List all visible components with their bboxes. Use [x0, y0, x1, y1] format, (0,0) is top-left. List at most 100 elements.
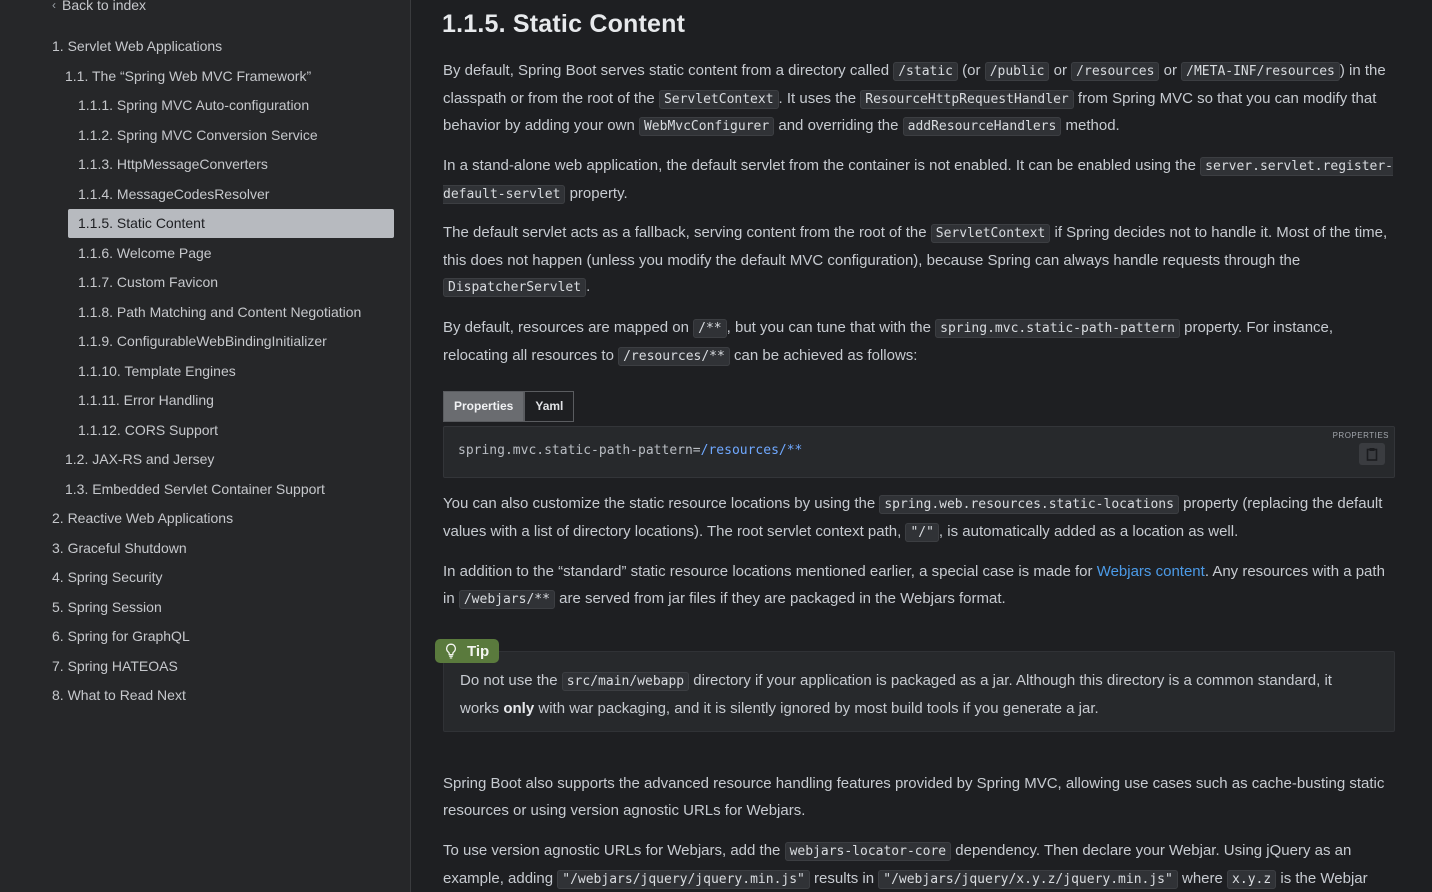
- code-jquery-path: "/webjars/jquery/jquery.min.js": [557, 869, 810, 889]
- text: property.: [565, 184, 628, 202]
- toc-item-jax-rs-jersey[interactable]: 1.2. JAX-RS and Jersey: [65, 447, 214, 471]
- tip-badge: Tip: [435, 639, 500, 663]
- toc-item-web-binding-initializer[interactable]: 1.1.9. ConfigurableWebBindingInitializer: [78, 329, 327, 353]
- paragraph-webjars: In addition to the “standard” static res…: [443, 559, 1398, 613]
- code-resources-wildcard: /resources/**: [618, 346, 730, 366]
- toc-item-reactive-web-applications[interactable]: 2. Reactive Web Applications: [52, 506, 233, 530]
- text: You can also customize the static resour…: [443, 495, 880, 512]
- code-static-path-pattern: spring.mvc.static-path-pattern: [935, 319, 1180, 338]
- code-servletcontext: ServletContext: [930, 224, 1051, 243]
- text: Do not use the: [460, 672, 562, 689]
- code-jquery-versioned-path: "/webjars/jquery/x.y.z/jquery.min.js": [878, 869, 1178, 889]
- toc-item-welcome-page[interactable]: 1.1.6. Welcome Page: [78, 241, 212, 265]
- code-webjars-wildcard: /webjars/**: [458, 589, 555, 609]
- code-static-locations: spring.web.resources.static-locations: [879, 495, 1179, 514]
- code-public: /public: [984, 62, 1050, 81]
- webjars-content-link[interactable]: Webjars content: [1097, 563, 1205, 580]
- text: By default, resources are mapped on: [443, 319, 694, 336]
- text: where: [1177, 869, 1228, 887]
- code-resourcehttprequesthandler: ResourceHttpRequestHandler: [860, 89, 1074, 109]
- toc-item-static-content-active[interactable]: 1.1.5. Static Content: [68, 209, 394, 238]
- sidebar: ‹ Back to index 1. Servlet Web Applicati…: [0, 0, 411, 892]
- code-webmvcconfigurer: WebMvcConfigurer: [638, 117, 775, 136]
- text: (or: [958, 62, 985, 79]
- toc-item-auto-configuration[interactable]: 1.1.1. Spring MVC Auto-configuration: [78, 93, 309, 117]
- toc-item-message-codes-resolver[interactable]: 1.1.4. MessageCodesResolver: [78, 182, 269, 206]
- tip-label: Tip: [467, 642, 490, 660]
- section-heading: 1.1.5. Static Content: [442, 10, 686, 38]
- tip-text: Do not use the src/main/webapp directory…: [460, 668, 1370, 722]
- toc-item-what-to-read-next[interactable]: 8. What to Read Next: [52, 683, 186, 707]
- text: or: [1049, 62, 1072, 79]
- text: . It uses the: [778, 89, 861, 107]
- text: is the Webjar: [1276, 869, 1368, 887]
- code-language-label: PROPERTIES: [1332, 431, 1389, 440]
- toc-item-cors-support[interactable]: 1.1.12. CORS Support: [78, 418, 218, 442]
- text: with war packaging, and it is silently i…: [534, 699, 1099, 717]
- code-static: /static: [893, 62, 959, 81]
- text: are served from jar files if they are pa…: [554, 589, 1006, 607]
- code-root-path: "/": [905, 522, 939, 542]
- lightbulb-icon: [446, 643, 456, 659]
- toc-item-error-handling[interactable]: 1.1.11. Error Handling: [78, 388, 214, 412]
- chevron-left-icon: ‹: [52, 0, 56, 12]
- main-content: 1.1.5. Static Content By default, Spring…: [411, 0, 1432, 892]
- paragraph-advanced-resource-handling: Spring Boot also supports the advanced r…: [443, 771, 1398, 824]
- toc-item-path-matching[interactable]: 1.1.8. Path Matching and Content Negotia…: [78, 300, 361, 324]
- code-src-main-webapp: src/main/webapp: [561, 672, 690, 691]
- text: By default, Spring Boot serves static co…: [443, 62, 894, 79]
- paragraph-default-servlet: In a stand-alone web application, the de…: [443, 153, 1398, 208]
- toc-item-embedded-servlet-container[interactable]: 1.3. Embedded Servlet Container Support: [65, 477, 325, 501]
- clipboard-icon: [1366, 448, 1378, 461]
- code-line: spring.mvc.static-path-pattern=/resource…: [458, 443, 802, 458]
- code-meta-inf-resources: /META-INF/resources: [1181, 62, 1340, 81]
- back-to-index-label: Back to index: [62, 0, 147, 13]
- copy-button[interactable]: [1359, 443, 1385, 465]
- code-addresourcehandlers: addResourceHandlers: [902, 117, 1062, 136]
- toc-item-servlet-web-applications[interactable]: 1. Servlet Web Applications: [52, 34, 222, 58]
- code-servletcontext: ServletContext: [658, 89, 779, 109]
- paragraph-fallback: The default servlet acts as a fallback, …: [443, 220, 1398, 302]
- code-dispatcherservlet: DispatcherServlet: [443, 278, 587, 297]
- emphasis-only: only: [503, 699, 535, 717]
- code-wildcard: /**: [693, 319, 727, 338]
- toc-item-spring-graphql[interactable]: 6. Spring for GraphQL: [52, 624, 190, 648]
- toc-item-graceful-shutdown[interactable]: 3. Graceful Shutdown: [52, 536, 187, 560]
- paragraph-path-pattern: By default, resources are mapped on /**,…: [443, 315, 1398, 370]
- text: In addition to the “standard” static res…: [443, 563, 1097, 580]
- back-to-index-link[interactable]: ‹ Back to index: [52, 0, 146, 13]
- text: method.: [1061, 117, 1120, 134]
- code-resources: /resources: [1071, 62, 1160, 81]
- text: Spring Boot also supports the advanced r…: [443, 775, 1385, 819]
- text: To use version agnostic URLs for Webjars…: [443, 842, 785, 859]
- code-block: spring.mvc.static-path-pattern=/resource…: [443, 426, 1395, 478]
- toc-item-spring-hateoas[interactable]: 7. Spring HATEOAS: [52, 654, 178, 678]
- tip-box: Do not use the src/main/webapp directory…: [443, 651, 1395, 732]
- code-version: x.y.z: [1227, 869, 1277, 889]
- tab-yaml[interactable]: Yaml: [524, 391, 575, 422]
- text: results in: [809, 869, 879, 887]
- text: can be achieved as follows:: [729, 346, 918, 364]
- text: , is automatically added as a location a…: [938, 522, 1239, 540]
- code-key: spring.mvc.static-path-pattern=: [458, 443, 701, 458]
- paragraph-static-locations: You can also customize the static resour…: [443, 491, 1398, 546]
- toc-item-custom-favicon[interactable]: 1.1.7. Custom Favicon: [78, 270, 218, 294]
- paragraph-static-dirs: By default, Spring Boot serves static co…: [443, 58, 1398, 141]
- paragraph-version-agnostic: To use version agnostic URLs for Webjars…: [443, 838, 1398, 892]
- toc-item-conversion-service[interactable]: 1.1.2. Spring MVC Conversion Service: [78, 123, 318, 147]
- toc-item-http-message-converters[interactable]: 1.1.3. HttpMessageConverters: [78, 152, 268, 176]
- toc-item-spring-session[interactable]: 5. Spring Session: [52, 595, 162, 619]
- text: , but you can tune that with the: [726, 319, 936, 336]
- tab-properties[interactable]: Properties: [443, 391, 525, 422]
- code-tabs: Properties Yaml: [443, 391, 575, 422]
- toc-item-spring-security[interactable]: 4. Spring Security: [52, 565, 163, 589]
- text: In a stand-alone web application, the de…: [443, 157, 1201, 174]
- toc-item-template-engines[interactable]: 1.1.10. Template Engines: [78, 359, 236, 383]
- code-value: /resources/**: [700, 443, 803, 458]
- text: and overriding the: [774, 117, 903, 134]
- text: or: [1159, 62, 1182, 79]
- text: .: [586, 278, 591, 295]
- text: The default servlet acts as a fallback, …: [443, 224, 931, 241]
- code-webjars-locator-core: webjars-locator-core: [784, 842, 952, 861]
- toc-item-spring-web-mvc-framework[interactable]: 1.1. The “Spring Web MVC Framework”: [65, 64, 311, 88]
